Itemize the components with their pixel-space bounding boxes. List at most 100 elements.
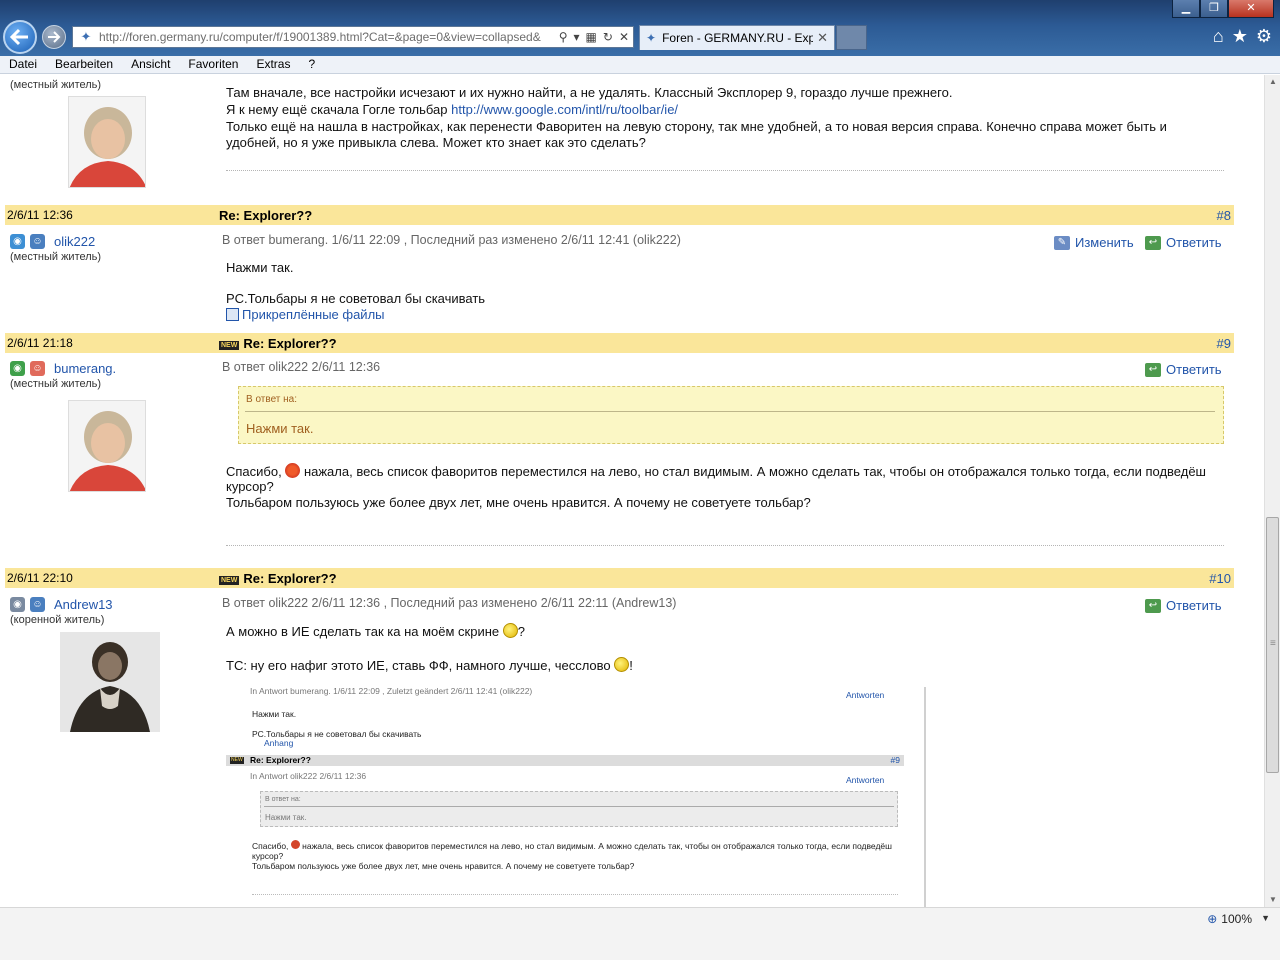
site-favicon-icon: ✦: [80, 29, 92, 44]
user-name[interactable]: olik222: [54, 234, 95, 249]
menu-help[interactable]: ?: [299, 56, 324, 73]
post-title-text: Re: Explorer??: [243, 571, 337, 586]
post10-line1: А можно в ИЕ сделать так ка на моём скри…: [226, 623, 525, 640]
back-button[interactable]: [3, 20, 37, 54]
embed-new-badge: NEW: [230, 757, 244, 764]
scroll-thumb[interactable]: ≡: [1266, 517, 1279, 773]
window-controls: ▁ ❐ ✕: [1172, 0, 1274, 18]
tab-title: Foren - GERMANY.RU - Exp...: [662, 31, 814, 45]
post-meta: В ответ olik222 2/6/11 12:36 , Последний…: [222, 596, 677, 610]
flower-smiley-icon: [285, 463, 301, 478]
favorites-star-icon[interactable]: ★: [1232, 26, 1248, 47]
post-title-text: Re: Explorer??: [243, 336, 337, 351]
stop-icon[interactable]: ✕: [619, 30, 629, 44]
embed-meta: In Antwort olik222 2/6/11 12:36: [250, 771, 367, 781]
cool-smiley-icon: [614, 657, 630, 672]
avatar-bumerang[interactable]: [68, 400, 146, 492]
user-profile-icon[interactable]: ☺: [30, 597, 45, 612]
refresh-icon[interactable]: ↻: [603, 30, 613, 44]
close-window-button[interactable]: ✕: [1228, 0, 1274, 18]
google-toolbar-link[interactable]: http://www.google.com/intl/ru/toolbar/ie…: [451, 102, 678, 117]
post-number[interactable]: #10: [1209, 571, 1231, 586]
avatar-andrew13[interactable]: [60, 632, 160, 732]
user-name[interactable]: bumerang.: [54, 361, 116, 376]
menu-extras[interactable]: Extras: [247, 56, 299, 73]
address-tools: ⚲ ▾ ▦ ↻ ✕: [559, 30, 633, 44]
new-tab-button[interactable]: [836, 25, 867, 50]
post10-line2: ТС: ну его нафиг этото ИЕ, ставь ФФ, нам…: [226, 657, 633, 674]
compatibility-view-icon[interactable]: ▦: [586, 30, 597, 44]
embed-reply: Antworten: [846, 690, 885, 700]
embed-line1-rest: нажала, весь список фаворитов переместил…: [299, 841, 892, 851]
grip-icon: ≡: [1270, 638, 1276, 649]
tab-favicon-icon: ✦: [646, 31, 657, 45]
edit-button[interactable]: ✎ Изменить: [1054, 235, 1134, 250]
status-icon: ◉: [10, 234, 25, 249]
user-rank: (коренной житель): [10, 614, 105, 626]
browser-toolbar-icons: ⌂ ★ ⚙: [1213, 26, 1272, 47]
menu-bearbeiten[interactable]: Bearbeiten: [46, 56, 122, 73]
forward-button[interactable]: [42, 25, 66, 49]
post10-line1-start: А можно в ИЕ сделать так ка на моём скри…: [226, 624, 503, 639]
save-disk-icon: [226, 308, 239, 321]
minimize-button[interactable]: ▁: [1172, 0, 1200, 18]
reply-button[interactable]: ↩ Ответить: [1145, 598, 1222, 613]
maximize-button[interactable]: ❐: [1200, 0, 1228, 18]
reply-label: Ответить: [1166, 598, 1222, 613]
user-name[interactable]: Andrew13: [54, 597, 113, 612]
menu-bar: Datei Bearbeiten Ansicht Favoriten Extra…: [0, 56, 1280, 74]
avatar-image: [69, 97, 145, 187]
user-profile-icon[interactable]: ☺: [30, 361, 45, 376]
post10-line2-start: ТС: ну его нафиг этото ИЕ, ставь ФФ, нам…: [226, 658, 615, 673]
menu-datei[interactable]: Datei: [0, 56, 46, 73]
reply-button[interactable]: ↩ Ответить: [1145, 235, 1222, 250]
embed-line3: Тольбаром пользуюсь уже более двух лет, …: [252, 861, 635, 871]
embed-number: #9: [890, 755, 900, 765]
search-icon[interactable]: ⚲: [559, 30, 568, 44]
smiley-icon: [502, 623, 518, 638]
quote-text: Нажми так.: [246, 421, 314, 436]
vertical-scrollbar[interactable]: ▲ ≡ ▼: [1264, 75, 1280, 907]
post-title[interactable]: NEW Re: Explorer??: [219, 336, 337, 351]
embed-quote-text: Нажми так.: [265, 813, 307, 822]
zoom-magnifier-icon: ⊕: [1207, 912, 1218, 926]
embedded-screenshot[interactable]: In Antwort bumerang. 1/6/11 22:09 , Zule…: [226, 687, 926, 907]
user-profile-icon[interactable]: ☺: [30, 234, 45, 249]
embed-meta: In Antwort bumerang. 1/6/11 22:09 , Zule…: [250, 687, 533, 696]
post-header-10: 2/6/11 22:10 NEW Re: Explorer?? #10: [5, 568, 1234, 588]
zoom-dropdown-icon[interactable]: ▼: [1261, 913, 1270, 923]
status-icon: ◉: [10, 597, 25, 612]
home-icon[interactable]: ⌂: [1213, 26, 1224, 47]
dropdown-icon[interactable]: ▾: [574, 30, 580, 44]
attachments-label: Прикреплённые файлы: [242, 307, 385, 322]
post-title[interactable]: Re: Explorer??: [219, 208, 312, 223]
post-number[interactable]: #8: [1217, 208, 1231, 223]
tab-foren-germany[interactable]: ✦ Foren - GERMANY.RU - Exp... ✕: [639, 25, 835, 50]
tab-close-icon[interactable]: ✕: [817, 30, 828, 46]
post-header-8: 2/6/11 12:36 Re: Explorer?? #8: [5, 205, 1234, 225]
scroll-up-arrow-icon[interactable]: ▲: [1265, 75, 1280, 89]
menu-favoriten[interactable]: Favoriten: [179, 56, 247, 73]
zoom-control[interactable]: ⊕ 100%: [1207, 912, 1252, 926]
address-url[interactable]: http://foren.germany.ru/computer/f/19001…: [99, 30, 549, 44]
new-badge: NEW: [219, 576, 240, 585]
embed-text: Нажми так.: [252, 709, 297, 719]
scroll-down-arrow-icon[interactable]: ▼: [1265, 893, 1280, 907]
menu-ansicht[interactable]: Ansicht: [122, 56, 179, 73]
post-number[interactable]: #9: [1217, 336, 1231, 351]
embed-quote: В ответ на: Нажми так.: [260, 791, 898, 827]
tools-gear-icon[interactable]: ⚙: [1256, 26, 1272, 47]
avatar-image: [60, 632, 160, 732]
reply-label: Ответить: [1166, 362, 1222, 377]
post7-line3: Только ещё на нашла в настройках, как пе…: [226, 119, 1167, 134]
user-block-andrew13: ◉ ☺ Andrew13 (коренной житель): [10, 597, 113, 626]
embed-quote-label: В ответ на:: [265, 796, 301, 803]
attachments-link[interactable]: Прикреплённые файлы: [226, 307, 385, 323]
zoom-level: 100%: [1221, 912, 1252, 926]
address-bar[interactable]: ✦ http://foren.germany.ru/computer/f/190…: [72, 26, 634, 48]
avatar-bumerang[interactable]: [68, 96, 146, 188]
post10-line2-end: !: [629, 658, 633, 673]
reply-button[interactable]: ↩ Ответить: [1145, 362, 1222, 377]
forward-arrow-icon: [48, 31, 61, 43]
post-title[interactable]: NEW Re: Explorer??: [219, 571, 337, 586]
